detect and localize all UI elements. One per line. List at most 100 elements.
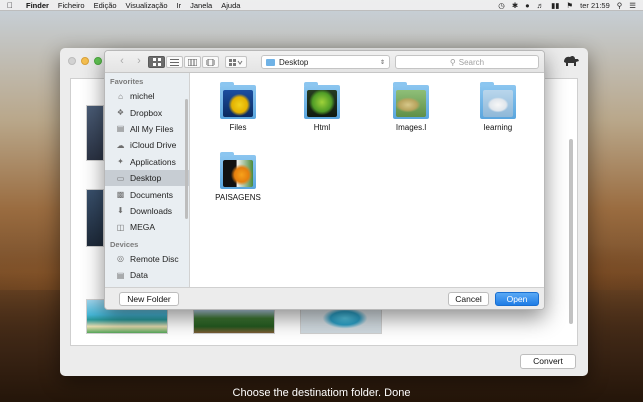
sidebar-item-label: Remote Disc — [130, 253, 179, 264]
status-area: ◷ ✱ ● ♬ ▮▮ ⚑ ter 21:59 ⚲ ☰ — [498, 1, 636, 10]
all-files-icon: ▤ — [116, 124, 125, 134]
zoom-button[interactable] — [94, 57, 102, 65]
sidebar-item-label: All My Files — [130, 123, 174, 134]
sidebar-scrollbar[interactable] — [185, 99, 188, 219]
sidebar-item-applications[interactable]: ✦ Applications — [105, 154, 189, 170]
convert-button[interactable]: Convert — [520, 354, 576, 369]
sidebar-item-label: michel — [130, 91, 155, 102]
menu-ajuda[interactable]: Ajuda — [221, 1, 240, 10]
open-button[interactable]: Open — [495, 292, 539, 306]
scrollbar[interactable] — [569, 139, 573, 324]
battery-icon[interactable]: ▮▮ — [551, 1, 559, 10]
flag-icon[interactable]: ⚑ — [566, 1, 573, 10]
caption-text: Choose the destinatiom folder. Done — [232, 387, 411, 399]
list-view-button[interactable] — [166, 56, 183, 68]
file-browser: Files Html Images.l learning PAISAGENS — [191, 73, 544, 289]
file-name: Files — [229, 123, 247, 132]
folder-icon — [220, 152, 256, 189]
folder-item[interactable]: Images.l — [376, 82, 446, 132]
forward-button[interactable]: › — [132, 56, 146, 68]
favorites-heading: Favorites — [110, 77, 144, 86]
sidebar-item-data[interactable]: ▤ Data — [105, 267, 189, 283]
location-popup[interactable]: Desktop ⇕ — [261, 55, 390, 69]
folder-icon — [220, 82, 256, 119]
grid-icon — [152, 58, 161, 66]
sidebar-item-all-my-files[interactable]: ▤ All My Files — [105, 121, 189, 137]
sidebar-item-remote-disc[interactable]: ◎ Remote Disc — [105, 251, 189, 267]
column-view-button[interactable] — [184, 56, 201, 68]
menu-finder[interactable]: Finder — [26, 1, 49, 10]
sidebar-item-label: MEGA — [130, 222, 156, 233]
folder-icon — [393, 82, 429, 119]
folder-item[interactable]: PAISAGENS — [203, 152, 273, 202]
time-machine-icon[interactable]: ◷ — [498, 1, 505, 10]
image-thumbnail[interactable] — [86, 105, 104, 161]
sidebar: Favorites ⌂ michel ❖ Dropbox ▤ All My Fi… — [105, 73, 190, 289]
devices-heading: Devices — [110, 239, 139, 249]
downloads-icon: ⬇ — [117, 206, 124, 216]
sidebar-item-label: iCloud Drive — [130, 140, 177, 151]
coverflow-view-button[interactable] — [202, 56, 219, 68]
menu-edicao[interactable]: Edição — [94, 1, 117, 10]
folder-item[interactable]: Files — [203, 82, 273, 132]
location-label: Desktop — [279, 57, 309, 67]
menu-janela[interactable]: Janela — [190, 1, 212, 10]
search-field[interactable]: ⚲ Search — [395, 55, 539, 69]
spotlight-icon[interactable]: ⚲ — [617, 1, 623, 10]
desktop-icon: ▭ — [116, 173, 125, 183]
window-controls — [68, 57, 102, 65]
view-mode-group — [148, 56, 220, 68]
sidebar-item-label: Dropbox — [130, 107, 163, 118]
file-name: Html — [313, 123, 331, 132]
notification-center-icon[interactable]: ☰ — [629, 1, 636, 10]
sidebar-item-label: Documents — [130, 189, 173, 200]
file-name: Images.l — [395, 123, 427, 132]
apple-icon[interactable]:  — [7, 1, 16, 10]
sidebar-item-dropbox[interactable]: ❖ Dropbox — [105, 104, 189, 120]
file-name: PAISAGENS — [215, 193, 261, 202]
folder-item[interactable]: Html — [287, 82, 357, 132]
back-button[interactable]: ‹ — [115, 56, 129, 68]
dropbox-icon: ❖ — [116, 108, 125, 118]
sidebar-item-desktop[interactable]: ▭ Desktop — [105, 169, 189, 187]
sidebar-item-documents[interactable]: ▩ Documents — [105, 186, 189, 202]
clock[interactable]: ter 21:59 — [580, 1, 610, 10]
list-icon — [170, 58, 179, 66]
arrange-button[interactable] — [225, 56, 247, 68]
folder-item[interactable]: learning — [463, 82, 533, 132]
cancel-button[interactable]: Cancel — [448, 292, 489, 306]
volume-icon[interactable]: ♬ — [537, 1, 545, 10]
columns-icon — [188, 58, 197, 66]
menu-visualizacao[interactable]: Visualização — [126, 1, 168, 10]
disc-icon: ◎ — [117, 254, 124, 264]
menu-ficheiro[interactable]: Ficheiro — [58, 1, 85, 10]
lion-icon — [564, 55, 579, 66]
coverflow-icon — [206, 58, 215, 66]
folder-icon: ◫ — [116, 222, 125, 232]
sidebar-item-icloud-drive[interactable]: ☁ iCloud Drive — [105, 137, 189, 153]
dialog-footer: New Folder Cancel Open — [105, 287, 544, 309]
folder-icon — [266, 58, 275, 66]
dialog-toolbar: ‹ › Desktop ⇕ ⚲ Search — [105, 51, 544, 73]
menu-ir[interactable]: Ir — [177, 1, 182, 10]
sidebar-item-mega[interactable]: ◫ MEGA — [105, 219, 189, 235]
disk-icon: ▤ — [116, 270, 125, 280]
updown-arrows-icon: ⇕ — [379, 59, 385, 66]
open-dialog: ‹ › Desktop ⇕ ⚲ Search Favorites ⌂ miche… — [104, 50, 545, 310]
sidebar-item-michel[interactable]: ⌂ michel — [105, 88, 189, 104]
bluetooth-icon[interactable]: ✱ — [512, 1, 518, 10]
sidebar-item-label: Desktop — [130, 173, 162, 184]
sidebar-item-label: Downloads — [130, 205, 173, 216]
cloud-icon: ☁ — [116, 140, 125, 150]
folder-icon — [304, 82, 340, 119]
home-icon: ⌂ — [118, 91, 123, 101]
minimize-button[interactable] — [81, 57, 89, 65]
sidebar-item-downloads[interactable]: ⬇ Downloads — [105, 203, 189, 219]
close-button[interactable] — [68, 57, 76, 65]
wifi-icon[interactable]: ● — [525, 1, 530, 10]
arrange-icon — [229, 58, 243, 66]
search-icon: ⚲ — [449, 57, 456, 67]
new-folder-button[interactable]: New Folder — [119, 292, 179, 306]
image-thumbnail[interactable] — [86, 189, 104, 247]
icon-view-button[interactable] — [148, 56, 165, 68]
